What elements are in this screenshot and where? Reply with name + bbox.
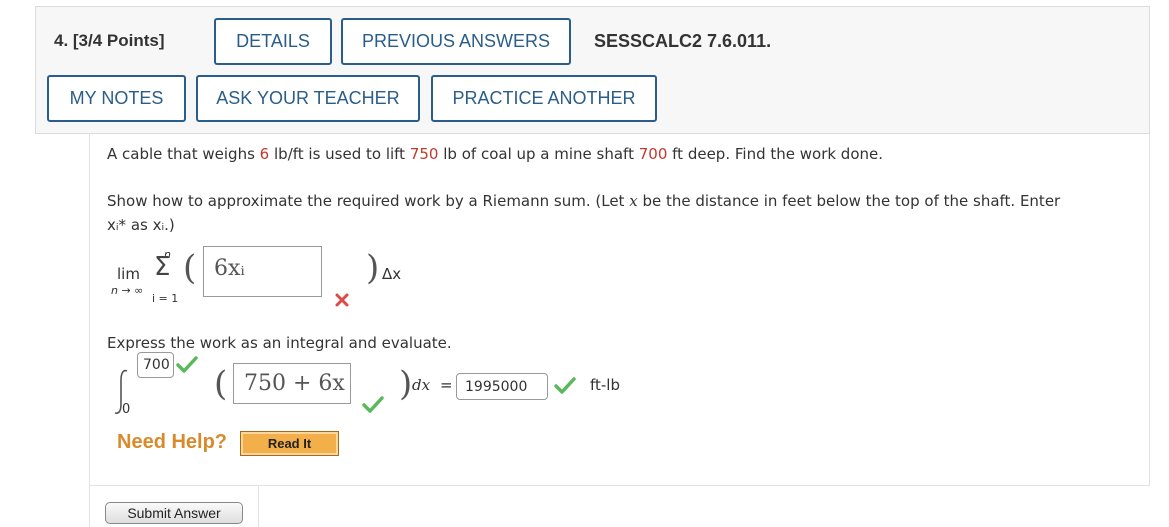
cable-weight-value: 6 xyxy=(259,145,270,163)
upper-limit-input[interactable]: 700 xyxy=(137,352,174,378)
open-paren: ( xyxy=(183,248,197,288)
problem-text-d: ft deep. Find the work done. xyxy=(672,145,884,163)
sum-lower-index: i = 1 xyxy=(152,292,179,305)
riemann-instruction-line2: xᵢ* as xᵢ.) xyxy=(107,216,175,234)
question-header-panel: 4. [3/4 Points] DETAILS PREVIOUS ANSWERS… xyxy=(35,6,1150,134)
previous-answers-button[interactable]: PREVIOUS ANSWERS xyxy=(341,18,571,65)
integral-instruction: Express the work as an integral and eval… xyxy=(107,334,452,352)
riemann-instruction-x: x xyxy=(629,192,638,210)
shaft-depth-value: 700 xyxy=(638,145,668,163)
submit-answer-button[interactable]: Submit Answer xyxy=(105,502,243,524)
my-notes-button[interactable]: MY NOTES xyxy=(47,75,186,122)
coal-weight-value: 750 xyxy=(409,145,439,163)
incorrect-x-icon xyxy=(335,293,349,307)
integrand-check-icon xyxy=(362,396,384,413)
upper-limit-check-icon xyxy=(176,356,198,373)
close-paren: ) xyxy=(366,248,380,288)
lim-label: lim xyxy=(117,265,140,283)
riemann-instruction: Show how to approximate the required wor… xyxy=(107,192,1060,210)
integrand-input[interactable]: 750 + 6x xyxy=(233,363,351,404)
integrand-open-paren: ( xyxy=(214,364,228,404)
problem-statement: A cable that weighs 6 lb/ft is used to l… xyxy=(107,145,883,163)
riemann-instruction-b: be the distance in feet below the top of… xyxy=(642,192,1061,210)
lim-subscript: n → ∞ xyxy=(111,284,144,297)
delta-x-label: Δx xyxy=(382,265,402,283)
work-result-input[interactable]: 1995000 xyxy=(456,373,548,400)
problem-code: SESSCALC2 7.6.011. xyxy=(594,31,772,51)
problem-text-a: A cable that weighs xyxy=(107,145,255,163)
lower-limit: 0 xyxy=(122,402,131,417)
need-help-label: Need Help? xyxy=(117,431,228,453)
read-it-button[interactable]: Read It xyxy=(240,431,339,456)
dx-label: dx xyxy=(412,376,431,394)
integrand-close-paren: ) xyxy=(399,364,413,404)
ask-your-teacher-button[interactable]: ASK YOUR TEACHER xyxy=(196,75,420,122)
problem-text-b: lb/ft is used to lift xyxy=(274,145,406,163)
riemann-answer-input[interactable]: 6xᵢ xyxy=(203,246,322,297)
result-check-icon xyxy=(554,377,576,394)
riemann-instruction-a: Show how to approximate the required wor… xyxy=(107,192,625,210)
sigma-symbol: Σ xyxy=(154,252,171,282)
equals-sign: = xyxy=(440,376,453,394)
question-number: 4. [3/4 Points] xyxy=(54,31,165,50)
units-label: ft-lb xyxy=(590,376,620,394)
problem-text-c: lb of coal up a mine shaft xyxy=(443,145,634,163)
details-button[interactable]: DETAILS xyxy=(214,18,332,65)
practice-another-button[interactable]: PRACTICE ANOTHER xyxy=(431,75,657,122)
